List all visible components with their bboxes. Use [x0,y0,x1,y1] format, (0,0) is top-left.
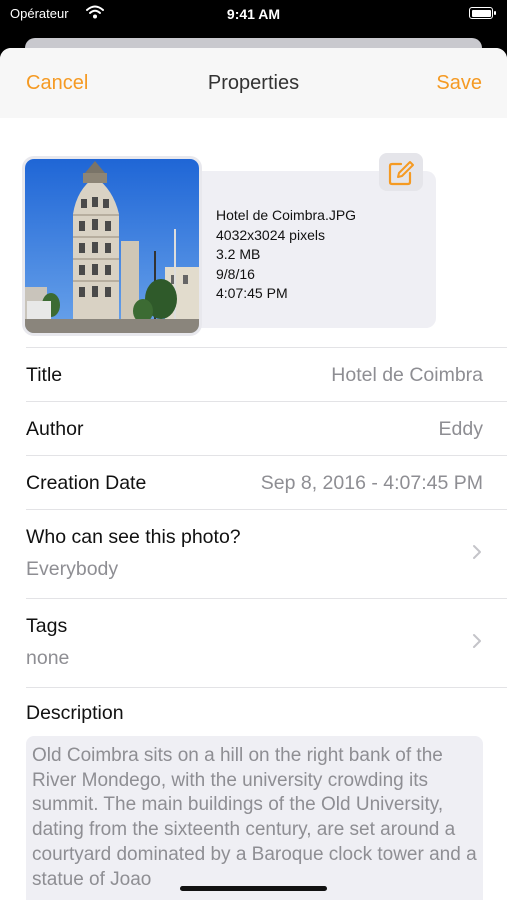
visibility-label: Who can see this photo? [26,526,241,548]
photo-dimensions: 4032x3024 pixels [216,226,325,243]
row-tags[interactable]: Tags none [26,598,507,687]
description-label: Description [26,702,124,724]
battery-icon [469,7,496,19]
photo-image [25,159,199,333]
photo-filename: Hotel de Coimbra.JPG [216,207,357,223]
photo-info-box: Hotel de Coimbra.JPG 4032x3024 pixels 3.… [192,171,436,328]
status-bar: Opérateur 9:41 AM [0,0,507,30]
photo-card: Hotel de Coimbra.JPG 4032x3024 pixels 3.… [22,153,436,337]
description-text-area[interactable]: Old Coimbra sits on a hill on the right … [26,736,483,900]
edit-photo-button[interactable] [379,153,423,191]
chevron-right-icon [472,544,482,565]
creation-date-value: Sep 8, 2016 - 4:07:45 PM [260,472,483,494]
author-label: Author [26,418,84,440]
navigation-bar: Cancel Properties Save [0,48,507,118]
photo-time: 4:07:45 PM [216,285,288,301]
photo-info-lines: Hotel de Coimbra.JPG 4032x3024 pixels 3.… [216,206,356,304]
status-time: 9:41 AM [226,6,281,22]
tags-label: Tags [26,615,68,637]
title-value: Hotel de Coimbra [331,364,483,386]
row-author[interactable]: Author Eddy [26,401,507,455]
photo-date: 9/8/16 [216,265,255,282]
visibility-value: Everybody [26,558,119,580]
separator [26,687,507,688]
tags-value: none [26,647,70,669]
photo-thumbnail[interactable] [22,156,202,336]
row-title[interactable]: Title Hotel de Coimbra [26,347,507,401]
creation-date-label: Creation Date [26,472,147,494]
chevron-right-icon [472,633,482,654]
title-label: Title [26,364,63,386]
page-title: Properties [207,72,300,94]
row-creation-date[interactable]: Creation Date Sep 8, 2016 - 4:07:45 PM [26,455,507,509]
row-visibility[interactable]: Who can see this photo? Everybody [26,509,507,598]
photo-size: 3.2 MB [216,246,261,262]
battery-fill [471,9,491,17]
author-value: Eddy [438,418,483,440]
edit-square-icon [388,161,414,186]
properties-sheet: Cancel Properties Save Hotel de Coimbra.… [0,48,507,900]
save-button[interactable]: Save [436,72,482,95]
home-indicator [180,886,327,891]
